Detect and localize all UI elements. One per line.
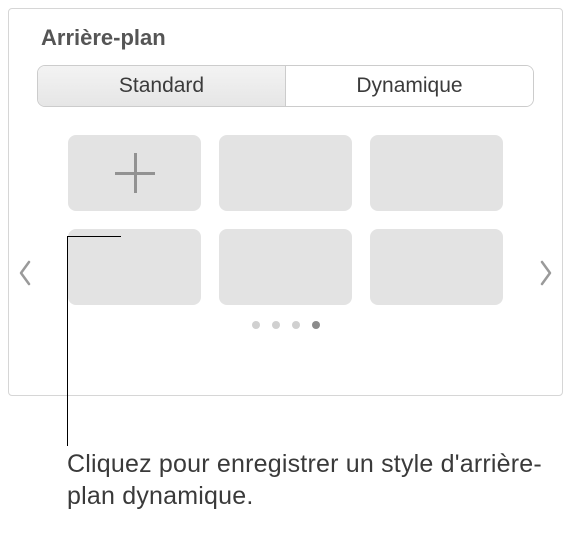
style-slot-5[interactable] [219,229,352,305]
callout-leader-line [67,236,68,446]
style-slot-3[interactable] [370,135,503,211]
chevron-right-icon [539,259,553,287]
thumbnail-area [9,135,562,329]
page-dot-1[interactable] [252,321,260,329]
background-panel: Arrière-plan Standard Dynamique [8,8,563,396]
page-dot-4[interactable] [312,321,320,329]
style-slot-4[interactable] [68,229,201,305]
page-dot-3[interactable] [292,321,300,329]
thumbnail-grid [31,135,540,305]
plus-icon [115,153,155,193]
page-indicator [31,321,540,329]
next-page-button[interactable] [536,259,556,287]
add-style-button[interactable] [68,135,201,211]
page-dot-2[interactable] [272,321,280,329]
prev-page-button[interactable] [15,259,35,287]
callout-caption: Cliquez pour enregistrer un style d'arri… [67,448,547,512]
tab-standard[interactable]: Standard [38,66,286,106]
callout-tick [67,236,121,237]
style-segmented-control: Standard Dynamique [37,65,534,107]
tab-dynamic[interactable]: Dynamique [286,66,533,106]
style-slot-2[interactable] [219,135,352,211]
chevron-left-icon [18,259,32,287]
section-title: Arrière-plan [9,9,562,65]
style-slot-6[interactable] [370,229,503,305]
